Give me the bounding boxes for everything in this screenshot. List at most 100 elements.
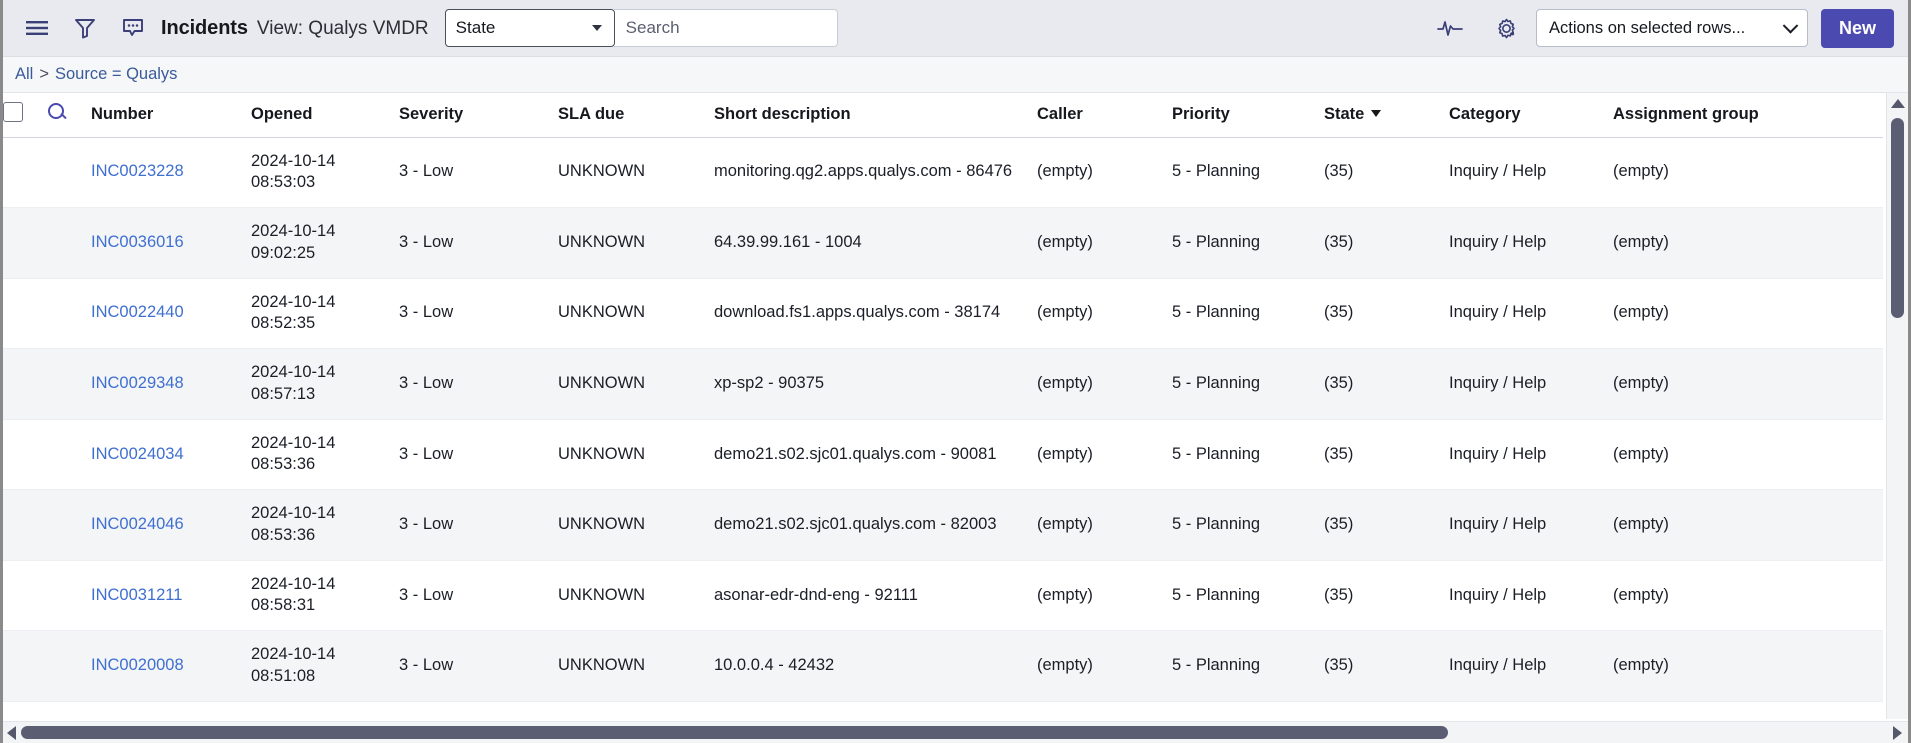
- incident-number-link[interactable]: INC0024034: [91, 445, 184, 463]
- cell-sla-due: UNKNOWN: [558, 207, 714, 279]
- cell-opened: 2024-10-14 09:02:25: [251, 207, 399, 279]
- incident-grid: Number Opened Severity SLA due Short des…: [3, 93, 1908, 743]
- select-all-header: [3, 93, 47, 138]
- cell-short-description: 64.39.99.161 - 1004: [714, 207, 1037, 279]
- table-row[interactable]: INC0036016 2024-10-14 09:02:25 3 - Low UNKN…: [3, 207, 1883, 279]
- breadcrumb-filter-condition[interactable]: Source = Qualys: [55, 65, 177, 84]
- gear-icon[interactable]: [1488, 10, 1524, 46]
- table-row[interactable]: INC0024034 2024-10-14 08:53:36 3 - Low UNKN…: [3, 419, 1883, 491]
- table-scroll-viewport: Number Opened Severity SLA due Short des…: [3, 93, 1892, 719]
- incident-number-link[interactable]: INC0036016: [91, 233, 184, 251]
- cell-category: Inquiry / Help: [1449, 560, 1613, 632]
- cell-state: (35): [1324, 560, 1449, 632]
- cell-category: Inquiry / Help: [1449, 348, 1613, 420]
- table-row[interactable]: INC0023228 2024-10-14 08:53:03 3 - Low UNKN…: [3, 137, 1883, 209]
- search-box[interactable]: [613, 9, 838, 47]
- search-input[interactable]: [625, 18, 825, 38]
- cell-number[interactable]: INC0024034: [91, 419, 251, 491]
- table-row[interactable]: INC0029348 2024-10-14 08:57:13 3 - Low UNKN…: [3, 348, 1883, 420]
- comment-bubble-icon[interactable]: [115, 10, 151, 46]
- select-all-checkbox[interactable]: [3, 102, 23, 123]
- row-checkbox-cell[interactable]: [3, 348, 47, 420]
- column-header-opened[interactable]: Opened: [251, 93, 399, 138]
- view-label: View: Qualys VMDR: [256, 17, 429, 39]
- scroll-up-arrow-icon[interactable]: [1890, 99, 1905, 108]
- column-header-state[interactable]: State: [1324, 93, 1449, 138]
- cell-sla-due: UNKNOWN: [558, 348, 714, 420]
- magnifier-icon[interactable]: [47, 102, 67, 122]
- cell-assignment-group: (empty): [1613, 489, 1883, 561]
- cell-opened: 2024-10-14 08:52:35: [251, 278, 399, 350]
- row-checkbox-cell[interactable]: [3, 207, 47, 279]
- incident-number-link[interactable]: INC0024046: [91, 515, 184, 533]
- horizontal-scrollbar-thumb[interactable]: [21, 726, 1448, 739]
- cell-number[interactable]: INC0023228: [91, 137, 251, 209]
- vertical-scrollbar-thumb[interactable]: [1891, 118, 1904, 318]
- cell-caller: (empty): [1037, 560, 1172, 632]
- table-row[interactable]: INC0020008 2024-10-14 08:51:08 3 - Low UNKN…: [3, 630, 1883, 702]
- column-header-assignment-group[interactable]: Assignment group: [1613, 93, 1883, 138]
- cell-sla-due: UNKNOWN: [558, 630, 714, 702]
- row-checkbox-cell[interactable]: [3, 278, 47, 350]
- cell-state: (35): [1324, 489, 1449, 561]
- chevron-down-icon: [591, 25, 602, 31]
- cell-short-description: demo21.s02.sjc01.qualys.com - 82003: [714, 489, 1037, 561]
- incident-number-link[interactable]: INC0020008: [91, 656, 184, 674]
- table-row[interactable]: INC0031211 2024-10-14 08:58:31 3 - Low UNKN…: [3, 560, 1883, 632]
- cell-severity: 3 - Low: [399, 419, 558, 491]
- activity-pulse-icon[interactable]: [1432, 10, 1468, 46]
- page-title: Incidents: [161, 16, 248, 39]
- cell-assignment-group: (empty): [1613, 348, 1883, 420]
- column-header-category[interactable]: Category: [1449, 93, 1613, 138]
- incident-table: Number Opened Severity SLA due Short des…: [3, 93, 1883, 702]
- actions-on-selected-rows-select[interactable]: Actions on selected rows...: [1536, 9, 1808, 47]
- cell-state: (35): [1324, 207, 1449, 279]
- cell-opened: 2024-10-14 08:53:36: [251, 489, 399, 561]
- row-checkbox-cell[interactable]: [3, 419, 47, 491]
- scroll-left-arrow-icon[interactable]: [7, 725, 16, 740]
- incident-number-link[interactable]: INC0031211: [91, 586, 182, 604]
- row-checkbox-cell[interactable]: [3, 137, 47, 209]
- scroll-right-arrow-icon[interactable]: [1893, 725, 1902, 740]
- vertical-scrollbar[interactable]: [1886, 93, 1908, 719]
- row-checkbox-cell[interactable]: [3, 489, 47, 561]
- column-header-priority[interactable]: Priority: [1172, 93, 1324, 138]
- cell-number[interactable]: INC0029348: [91, 348, 251, 420]
- column-header-severity[interactable]: Severity: [399, 93, 558, 138]
- incident-number-link[interactable]: INC0029348: [91, 374, 184, 392]
- column-header-sla-due[interactable]: SLA due: [558, 93, 714, 138]
- table-row[interactable]: INC0024046 2024-10-14 08:53:36 3 - Low UNKN…: [3, 489, 1883, 561]
- cell-assignment-group: (empty): [1613, 630, 1883, 702]
- cell-sla-due: UNKNOWN: [558, 419, 714, 491]
- horizontal-scrollbar[interactable]: [3, 721, 1908, 743]
- cell-opened: 2024-10-14 08:51:08: [251, 630, 399, 702]
- incident-number-link[interactable]: INC0022440: [91, 303, 184, 321]
- state-filter-select[interactable]: State: [444, 9, 615, 47]
- filter-funnel-icon[interactable]: [67, 10, 103, 46]
- cell-number[interactable]: INC0020008: [91, 630, 251, 702]
- cell-state: (35): [1324, 137, 1449, 209]
- hamburger-menu-icon[interactable]: [19, 10, 55, 46]
- cell-number[interactable]: INC0024046: [91, 489, 251, 561]
- cell-number[interactable]: INC0022440: [91, 278, 251, 350]
- row-spacer-cell: [47, 489, 91, 561]
- cell-priority: 5 - Planning: [1172, 419, 1324, 491]
- row-checkbox-cell[interactable]: [3, 630, 47, 702]
- cell-priority: 5 - Planning: [1172, 489, 1324, 561]
- row-checkbox-cell[interactable]: [3, 560, 47, 632]
- incident-number-link[interactable]: INC0023228: [91, 162, 184, 180]
- page-title-group: Incidents View: Qualys VMDR: [161, 17, 429, 40]
- new-button[interactable]: New: [1821, 8, 1894, 48]
- breadcrumb-root[interactable]: All: [15, 65, 33, 84]
- cell-number[interactable]: INC0036016: [91, 207, 251, 279]
- incident-list-page: Incidents View: Qualys VMDR State Action…: [0, 0, 1911, 743]
- cell-number[interactable]: INC0031211: [91, 560, 251, 632]
- row-spacer-cell: [47, 137, 91, 209]
- cell-assignment-group: (empty): [1613, 560, 1883, 632]
- top-toolbar: Incidents View: Qualys VMDR State Action…: [3, 0, 1908, 57]
- column-header-caller[interactable]: Caller: [1037, 93, 1172, 138]
- column-header-short-description[interactable]: Short description: [714, 93, 1037, 138]
- column-header-number[interactable]: Number: [91, 93, 251, 138]
- cell-priority: 5 - Planning: [1172, 207, 1324, 279]
- table-row[interactable]: INC0022440 2024-10-14 08:52:35 3 - Low UNKN…: [3, 278, 1883, 350]
